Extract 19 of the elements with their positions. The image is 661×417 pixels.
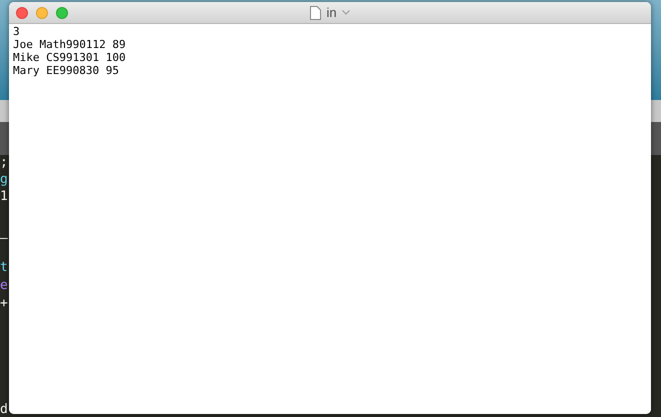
code-fragment: g (0, 172, 8, 188)
document-icon (310, 6, 322, 20)
chevron-down-icon (342, 10, 350, 15)
zoom-button[interactable] (56, 6, 68, 18)
text-line: 3 (13, 25, 20, 38)
text-line: Mike CS991301 100 (13, 51, 126, 64)
text-line: Joe Math990112 89 (13, 38, 126, 51)
code-fragment: + (0, 296, 8, 312)
code-fragment: ; (0, 155, 8, 171)
window-title: in (326, 4, 337, 22)
code-fragment: d (0, 402, 8, 417)
code-fragment: t (0, 260, 8, 276)
close-button[interactable] (16, 6, 28, 18)
minimize-button[interactable] (36, 6, 48, 18)
code-fragment: — (0, 231, 8, 247)
code-fragment: 1 (0, 189, 8, 205)
text-line: Mary EE990830 95 (13, 64, 119, 77)
document-text-area[interactable]: 3 Joe Math990112 89 Mike CS991301 100 Mary EE990830 95 (9, 24, 651, 414)
code-fragment: e (0, 278, 8, 294)
